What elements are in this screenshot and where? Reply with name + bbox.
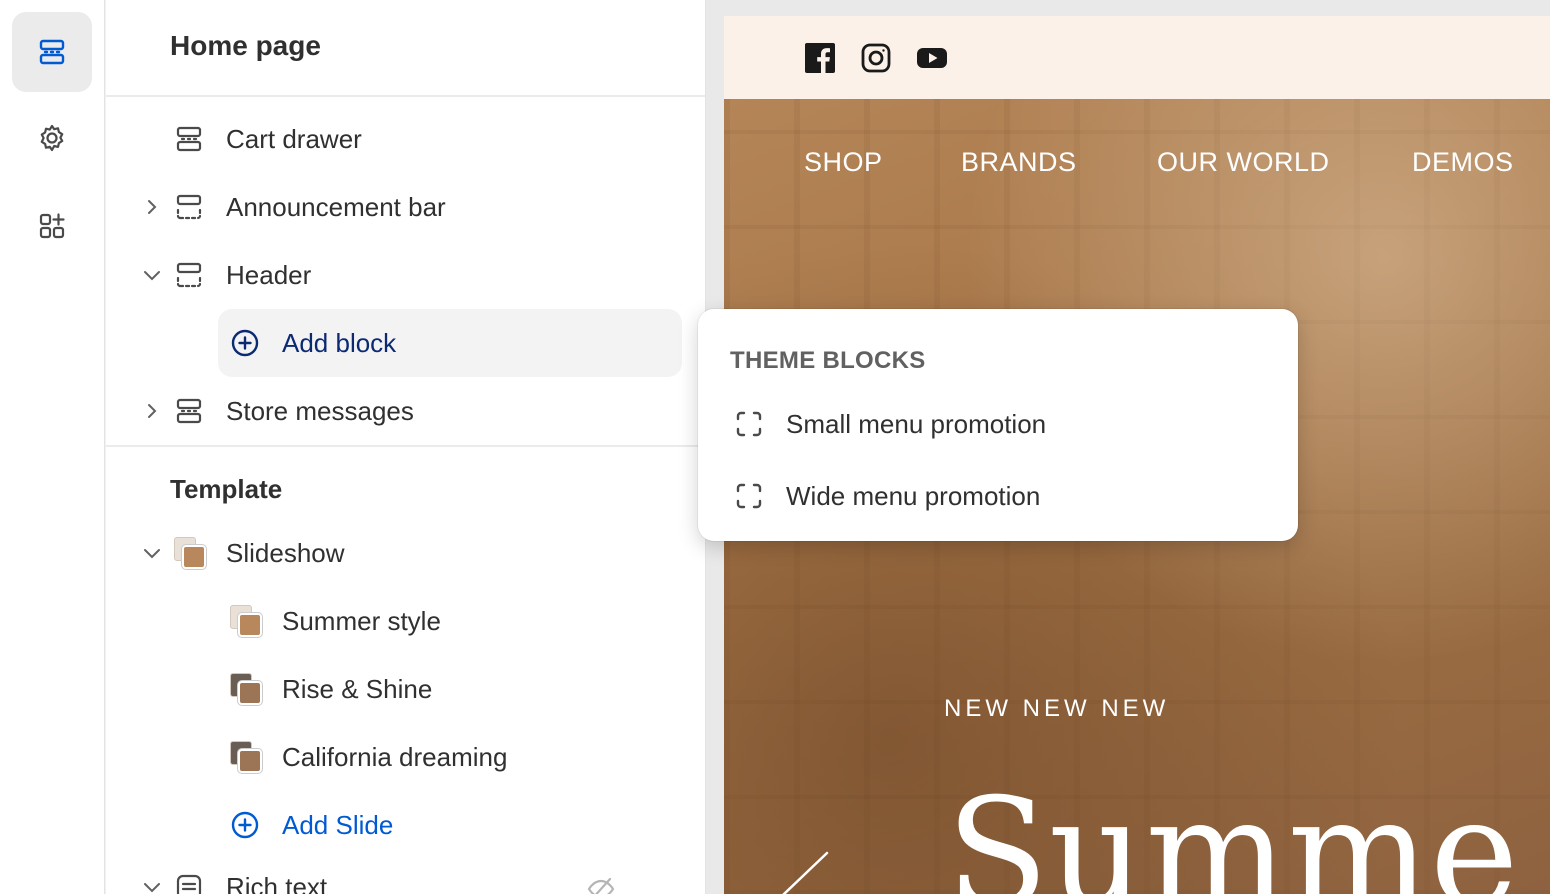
add-block-button[interactable]: Add block (106, 313, 705, 373)
slide-label: Summer style (282, 605, 441, 636)
section-store-messages[interactable]: Store messages (106, 381, 705, 441)
section-label: Slideshow (226, 537, 345, 568)
hero-kicker: NEW NEW NEW (944, 695, 1170, 722)
add-slide-button[interactable]: Add Slide (106, 795, 705, 855)
nav-link-demos[interactable]: DEMOS (1412, 147, 1514, 178)
block-frame-icon (734, 481, 764, 511)
page-title: Home page (170, 30, 321, 61)
apps-rail-button[interactable] (12, 186, 92, 266)
chevron-down-icon[interactable] (140, 875, 164, 894)
slide-summer-style[interactable]: Summer style (106, 591, 705, 651)
section-slideshow[interactable]: Slideshow (106, 523, 705, 583)
divider (106, 95, 705, 97)
divider (106, 445, 705, 447)
slideshow-thumbnail (174, 537, 206, 569)
instagram-icon[interactable] (860, 42, 892, 74)
theme-blocks-popover: THEME BLOCKS Small menu promotion Wide m… (698, 309, 1298, 541)
section-header[interactable]: Header (106, 245, 705, 305)
slide-thumbnail (230, 673, 262, 705)
facebook-icon[interactable] (804, 42, 836, 74)
hero-title: Summe (946, 767, 1519, 894)
theme-editor: Home page Cart drawer Announcement bar H… (0, 0, 1550, 894)
apps-add-icon (39, 213, 65, 239)
popover-title: THEME BLOCKS (730, 347, 926, 374)
section-label: Header (226, 259, 312, 290)
block-label: Wide menu promotion (786, 481, 1041, 511)
chevron-down-icon[interactable] (140, 541, 164, 565)
icon-rail (0, 0, 105, 894)
plus-circle-icon (230, 328, 260, 358)
section-cart-drawer[interactable]: Cart drawer (106, 109, 705, 169)
slide-thumbnail (230, 741, 262, 773)
slide-label: Rise & Shine (282, 673, 433, 704)
chevron-down-icon[interactable] (140, 263, 164, 287)
slide-thumbnail (230, 605, 262, 637)
chevron-right-icon[interactable] (140, 399, 164, 423)
settings-rail-button[interactable] (12, 98, 92, 178)
header-section-icon (174, 260, 204, 290)
chevron-right-icon[interactable] (140, 195, 164, 219)
section-label: Cart drawer (226, 123, 362, 154)
add-block-label: Add block (282, 327, 397, 358)
slide-prev-arrow-icon[interactable] (779, 851, 829, 894)
sections-rail-button[interactable] (12, 12, 92, 92)
section-announcement-bar[interactable]: Announcement bar (106, 177, 705, 237)
nav-link-our-world[interactable]: OUR WORLD (1157, 147, 1330, 178)
eye-off-icon[interactable] (586, 874, 616, 894)
slide-label: California dreaming (282, 741, 508, 772)
template-group-title: Template (170, 474, 283, 504)
sections-icon (39, 39, 65, 65)
text-section-icon (174, 872, 204, 894)
youtube-icon[interactable] (916, 42, 948, 74)
add-slide-label: Add Slide (282, 809, 394, 840)
nav-link-brands[interactable]: BRANDS (961, 147, 1077, 178)
section-rich-text[interactable]: Rich text (106, 857, 705, 894)
slide-california-dreaming[interactable]: California dreaming (106, 727, 705, 787)
sections-sidebar: Home page Cart drawer Announcement bar H… (106, 0, 706, 894)
nav-link-shop[interactable]: SHOP (804, 147, 883, 178)
section-label: Announcement bar (226, 191, 446, 222)
section-label: Store messages (226, 395, 414, 426)
section-icon (174, 396, 204, 426)
plus-circle-icon (230, 810, 260, 840)
slide-rise-and-shine[interactable]: Rise & Shine (106, 659, 705, 719)
header-section-icon (174, 192, 204, 222)
block-frame-icon (734, 409, 764, 439)
block-wide-menu-promotion[interactable]: Wide menu promotion (698, 467, 1298, 527)
preview-announcement-bar (724, 16, 1550, 99)
section-icon (174, 124, 204, 154)
gear-icon (40, 124, 64, 152)
block-label: Small menu promotion (786, 409, 1047, 439)
section-label: Rich text (226, 871, 328, 894)
block-small-menu-promotion[interactable]: Small menu promotion (698, 395, 1298, 455)
